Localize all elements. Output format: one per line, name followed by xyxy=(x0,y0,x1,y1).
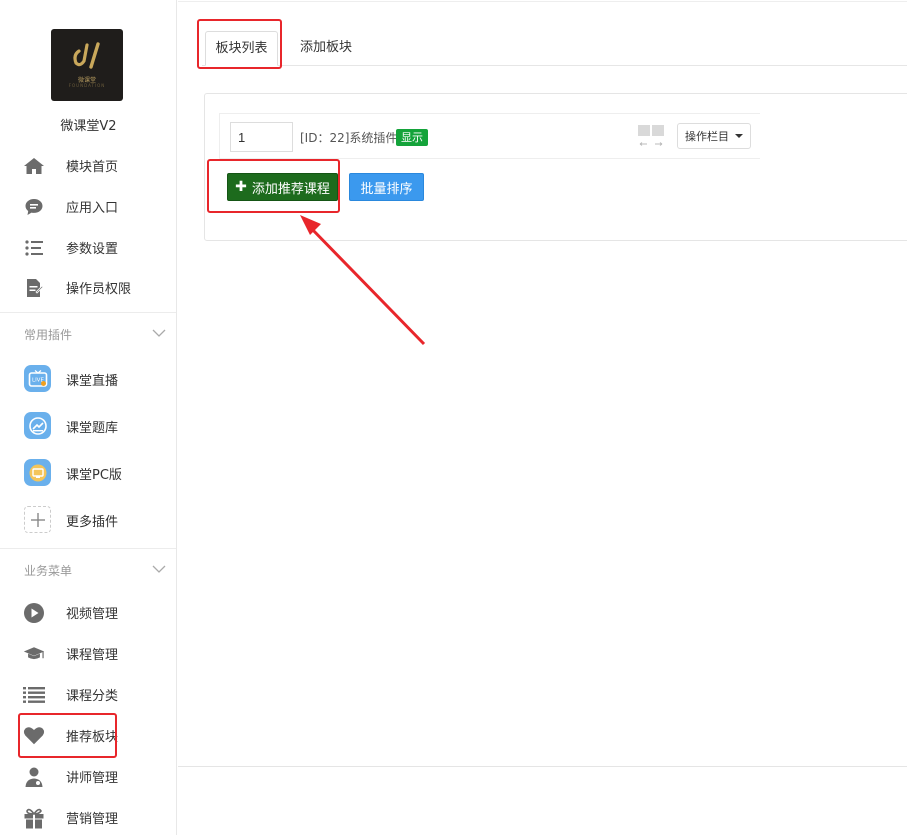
sidebar-item-label: 视频管理 xyxy=(66,607,119,622)
sidebar-item-label: 课堂直播 xyxy=(66,374,119,389)
brand-block: 微课堂 FOUNDATION 微课堂V2 xyxy=(0,0,177,145)
sidebar-item-question-bank[interactable]: 课堂题库 xyxy=(0,403,176,450)
sidebar-item-video-management[interactable]: 视频管理 xyxy=(0,592,176,633)
add-recommend-course-button[interactable]: ✚ 添加推荐课程 xyxy=(227,173,338,201)
teacher-icon xyxy=(23,766,45,788)
sidebar-item-label: 课程分类 xyxy=(66,689,119,704)
operation-dropdown-label: 操作栏目 xyxy=(685,131,729,143)
heart-icon xyxy=(23,725,45,747)
sidebar-item-label: 操作员权限 xyxy=(66,282,132,297)
sidebar-item-label: 模块首页 xyxy=(66,160,119,175)
sidebar: 微课堂 FOUNDATION 微课堂V2 模块首页 应用入口 参数设置 操作员权… xyxy=(0,0,177,835)
sidebar-item-label: 课堂题库 xyxy=(66,421,119,436)
tab-bar: 板块列表 添加板块 xyxy=(202,31,907,66)
sidebar-item-live[interactable]: LIVE 课堂直播 xyxy=(0,356,176,403)
order-input[interactable] xyxy=(230,122,293,152)
sidebar-item-label: 更多插件 xyxy=(66,515,119,530)
sidebar-item-label: 参数设置 xyxy=(66,242,119,257)
plus-icon: ✚ xyxy=(235,179,247,195)
list-settings-icon xyxy=(23,237,45,259)
main-content: 板块列表 添加板块 [ID：22]系统插件 显示 操作栏目 ✚ 添加推荐课程 批… xyxy=(178,0,907,835)
add-recommend-course-label: 添加推荐课程 xyxy=(251,181,330,197)
graduation-cap-icon xyxy=(23,643,45,665)
chevron-down-icon xyxy=(152,329,166,337)
plugins-group-header[interactable]: 常用插件 xyxy=(0,312,176,355)
group-title: 业务菜单 xyxy=(24,563,73,578)
brand-name: 微课堂V2 xyxy=(60,119,117,134)
sidebar-item-marketing-management[interactable]: 营销管理 xyxy=(0,797,176,835)
sidebar-item-operator-permissions[interactable]: 操作员权限 xyxy=(0,267,176,308)
group-title: 常用插件 xyxy=(24,327,73,342)
sidebar-item-course-management[interactable]: 课程管理 xyxy=(0,633,176,674)
sidebar-item-more-plugins[interactable]: 更多插件 xyxy=(0,497,176,544)
pc-version-icon xyxy=(24,459,51,486)
tab-add-block[interactable]: 添加板块 xyxy=(300,31,352,66)
operation-dropdown-button[interactable]: 操作栏目 xyxy=(677,123,751,149)
document-edit-icon xyxy=(23,277,45,299)
chevron-down-icon xyxy=(152,565,166,573)
sidebar-item-pc-version[interactable]: 课堂PC版 xyxy=(0,450,176,497)
block-list-panel: [ID：22]系统插件 显示 操作栏目 ✚ 添加推荐课程 批量排序 xyxy=(204,93,907,241)
top-divider xyxy=(178,1,907,2)
sidebar-item-label: 讲师管理 xyxy=(66,771,119,786)
sidebar-item-label: 应用入口 xyxy=(66,201,119,216)
sidebar-item-settings[interactable]: 参数设置 xyxy=(0,227,176,268)
footer-divider xyxy=(178,766,907,767)
logo-subcaption: FOUNDATION xyxy=(68,83,106,88)
sidebar-item-recommend-blocks[interactable]: 推荐板块 xyxy=(0,715,176,756)
logo-mark-icon xyxy=(73,42,100,69)
sidebar-item-home[interactable]: 模块首页 xyxy=(0,145,176,186)
sidebar-item-label: 营销管理 xyxy=(66,812,119,827)
gift-icon xyxy=(23,807,45,829)
sidebar-item-app-entry[interactable]: 应用入口 xyxy=(0,186,176,227)
business-group-header[interactable]: 业务菜单 xyxy=(0,548,176,591)
list-icon xyxy=(23,684,45,706)
batch-sort-button[interactable]: 批量排序 xyxy=(349,173,424,201)
plus-icon xyxy=(24,506,51,533)
caret-down-icon xyxy=(735,134,743,138)
sidebar-item-course-category[interactable]: 课程分类 xyxy=(0,674,176,715)
layout-columns-icon[interactable] xyxy=(637,124,665,148)
status-badge: 显示 xyxy=(396,129,428,146)
home-icon xyxy=(23,155,45,177)
live-tv-icon: LIVE xyxy=(24,365,51,392)
block-row: [ID：22]系统插件 显示 操作栏目 xyxy=(219,113,760,159)
tab-block-list[interactable]: 板块列表 xyxy=(205,31,278,66)
chat-bubble-icon xyxy=(23,196,45,218)
sidebar-item-teacher-management[interactable]: 讲师管理 xyxy=(0,756,176,797)
sidebar-item-label: 课堂PC版 xyxy=(66,468,122,483)
block-title: [ID：22]系统插件 xyxy=(300,131,398,145)
question-bank-icon xyxy=(24,412,51,439)
sidebar-item-label: 课程管理 xyxy=(66,648,119,663)
app-logo: 微课堂 FOUNDATION xyxy=(51,29,123,101)
sidebar-item-label: 推荐板块 xyxy=(66,730,119,745)
play-circle-icon xyxy=(23,602,45,624)
